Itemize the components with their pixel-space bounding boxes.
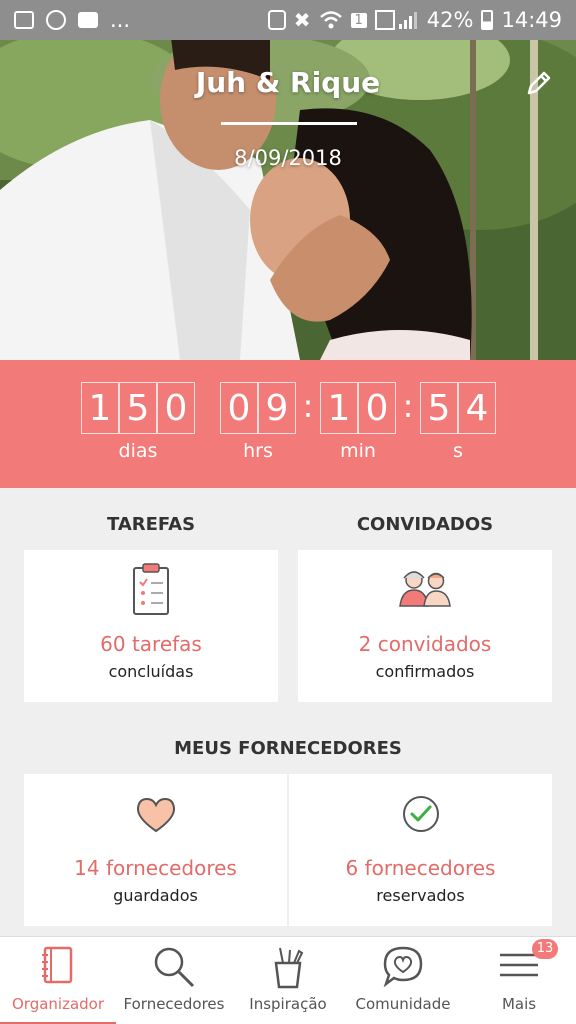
- guests-card[interactable]: 2 convidados confirmados: [298, 550, 552, 702]
- status-bar: ... ✖ 1 42% 14:49: [0, 0, 576, 40]
- battery-icon: [481, 10, 494, 30]
- saved-vendors-card[interactable]: 14 fornecedores guardados: [24, 774, 287, 926]
- minutes-label: min: [340, 440, 376, 462]
- chat-heart-icon: [383, 946, 423, 987]
- notebook-icon: [42, 946, 73, 984]
- tasks-section-title: TAREFAS: [106, 514, 196, 535]
- instagram-notification-icon: [46, 10, 66, 30]
- nav-label: Mais: [501, 995, 537, 1013]
- nav-label: Inspiração: [249, 995, 327, 1013]
- wifi-icon: [319, 11, 342, 29]
- pencil-icon: [527, 71, 551, 95]
- tasks-card[interactable]: 60 tarefas concluídas: [24, 550, 278, 702]
- booked-vendors-card[interactable]: 6 fornecedores reservados: [289, 774, 552, 926]
- nav-inspiracao[interactable]: Inspiração: [232, 937, 344, 1024]
- hours-digit: 0: [220, 382, 258, 434]
- nav-label: Comunidade: [355, 995, 451, 1013]
- days-digit: 0: [157, 382, 195, 434]
- sim-indicator: 1: [350, 12, 367, 28]
- time-separator: :: [402, 387, 414, 425]
- minutes-digit: 1: [320, 382, 358, 434]
- seconds-digit: 4: [458, 382, 496, 434]
- couple-photo-header: Juh & Rique 8/09/2018: [0, 40, 576, 360]
- booked-vendors-status: reservados: [376, 886, 465, 905]
- minutes-digit: 0: [358, 382, 396, 434]
- saved-vendors-status: guardados: [113, 886, 198, 905]
- inspiration-cup-icon: [274, 947, 304, 989]
- guests-section-title: CONVIDADOS: [356, 514, 494, 535]
- check-circle-icon: [402, 796, 439, 832]
- guests-icon: [399, 571, 451, 607]
- days-label: dias: [118, 440, 158, 462]
- wedding-countdown: 1 5 0 0 9 : 1 0 : 5 4 dias hrs min s: [0, 360, 576, 488]
- tasks-count: 60 tarefas: [100, 632, 202, 656]
- nav-label: Fornecedores: [123, 995, 225, 1013]
- guests-status: confirmados: [375, 662, 475, 681]
- more-notifications: ...: [110, 8, 131, 32]
- booked-vendors-count: 6 fornecedores: [345, 856, 496, 880]
- title-divider: [221, 122, 357, 125]
- battery-percent: 42%: [426, 8, 474, 32]
- seconds-label: s: [453, 440, 463, 462]
- saved-vendors-count: 14 fornecedores: [74, 856, 237, 880]
- checklist-icon: [133, 563, 169, 615]
- couple-name: Juh & Rique: [195, 66, 381, 99]
- clock: 14:49: [501, 8, 562, 32]
- nav-fornecedores[interactable]: Fornecedores: [116, 937, 232, 1024]
- wedding-date: 8/09/2018: [234, 146, 342, 170]
- search-icon: [154, 947, 195, 988]
- days-digit: 5: [119, 382, 157, 434]
- nav-mais[interactable]: 13 Mais: [462, 937, 576, 1024]
- mute-icon: ✖: [293, 8, 311, 32]
- edit-button[interactable]: [524, 68, 554, 98]
- vendors-section-title: MEUS FORNECEDORES: [174, 738, 402, 759]
- time-separator: :: [302, 387, 314, 425]
- tasks-status: concluídas: [108, 662, 194, 681]
- alarm-icon: [267, 10, 286, 30]
- signal-icon: [374, 10, 417, 30]
- gallery-notification-icon: [14, 11, 34, 29]
- seconds-digit: 5: [420, 382, 458, 434]
- hours-digit: 9: [258, 382, 296, 434]
- days-digit: 1: [81, 382, 119, 434]
- nav-comunidade[interactable]: Comunidade: [344, 937, 462, 1024]
- message-notification-icon: [78, 12, 98, 28]
- nav-organizador[interactable]: Organizador: [0, 937, 116, 1024]
- heart-icon: [136, 797, 175, 833]
- notification-badge: 13: [532, 939, 558, 959]
- nav-label: Organizador: [11, 995, 105, 1013]
- guests-count: 2 convidados: [358, 632, 492, 656]
- hours-label: hrs: [243, 440, 273, 462]
- bottom-navigation: Organizador Fornecedores Inspiração Comu…: [0, 936, 576, 1024]
